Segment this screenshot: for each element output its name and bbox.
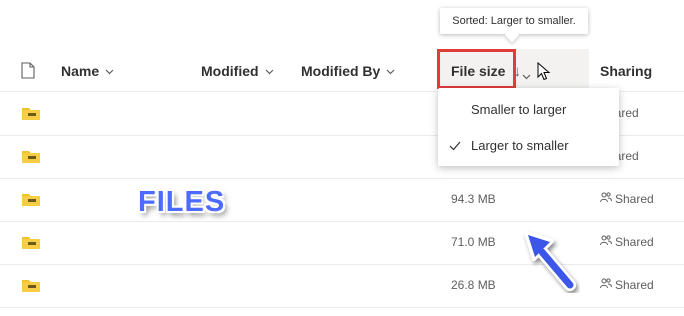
- column-header-modified-by-label: Modified By: [301, 63, 381, 79]
- menu-item-label: Smaller to larger: [471, 101, 567, 117]
- chevron-down-icon: [265, 62, 274, 80]
- file-size-value: 26.8 MB: [451, 278, 496, 292]
- column-header-modified-label: Modified: [201, 63, 259, 79]
- file-type-header-icon: [21, 62, 35, 84]
- column-header-name[interactable]: Name: [61, 52, 114, 90]
- table-row[interactable]: 26.8 MB Shared: [0, 264, 684, 308]
- menu-item-smaller-to-larger[interactable]: Smaller to larger: [438, 91, 619, 127]
- sharing-status: Shared: [600, 192, 654, 206]
- sharing-status: Shared: [600, 278, 654, 292]
- people-icon: [600, 278, 615, 292]
- column-header-sharing-label: Sharing: [600, 63, 653, 79]
- sharing-status-label: Shared: [615, 235, 654, 249]
- people-icon: [600, 235, 615, 249]
- zip-folder-icon: [22, 106, 40, 120]
- menu-item-larger-to-smaller[interactable]: Larger to smaller: [438, 127, 619, 163]
- column-header-modified[interactable]: Modified: [201, 52, 274, 90]
- checkmark-icon: [449, 139, 461, 154]
- sharing-status-label: Shared: [615, 192, 654, 206]
- sort-dropdown-menu: Smaller to larger Larger to smaller: [438, 88, 619, 166]
- chevron-down-icon: [105, 62, 114, 80]
- zip-folder-icon: [22, 278, 40, 292]
- sort-tooltip: Sorted: Larger to smaller.: [440, 8, 588, 34]
- table-row[interactable]: 71.0 MB Shared: [0, 221, 684, 265]
- zip-folder-icon: [22, 235, 40, 249]
- column-header-name-label: Name: [61, 63, 100, 79]
- column-header-modified-by[interactable]: Modified By: [301, 52, 395, 90]
- menu-item-label: Larger to smaller: [471, 137, 569, 153]
- file-size-value: 71.0 MB: [451, 235, 496, 249]
- column-header-sharing[interactable]: Sharing: [600, 52, 652, 90]
- chevron-down-icon[interactable]: [522, 67, 531, 85]
- files-annotation-label: FILES: [138, 186, 226, 218]
- chevron-down-icon: [386, 62, 395, 80]
- annotation-arrow-icon: [520, 225, 580, 298]
- mouse-cursor-icon: [537, 61, 551, 87]
- sort-tooltip-text: Sorted: Larger to smaller.: [452, 15, 576, 27]
- zip-folder-icon: [22, 192, 40, 206]
- file-size-value: 94.3 MB: [451, 192, 496, 206]
- table-row[interactable]: 94.3 MB Shared: [0, 178, 684, 222]
- file-size-highlight-box: [437, 49, 516, 89]
- sharing-status-label: Shared: [615, 278, 654, 292]
- zip-folder-icon: [22, 149, 40, 163]
- sharing-status: Shared: [600, 235, 654, 249]
- people-icon: [600, 192, 615, 206]
